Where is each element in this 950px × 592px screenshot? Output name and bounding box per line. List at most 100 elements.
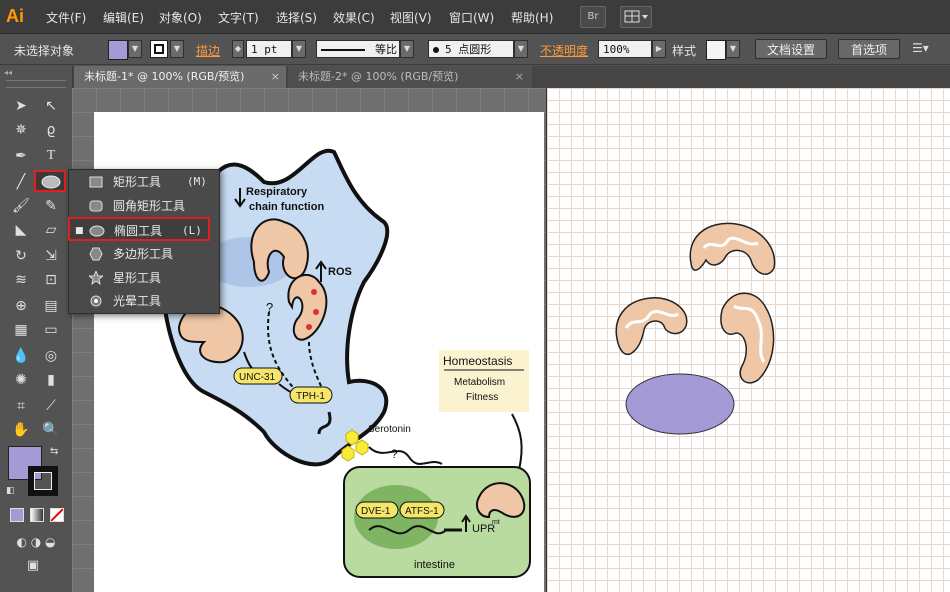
flyout-label: 圆角矩形工具 xyxy=(113,199,186,213)
star-icon xyxy=(89,271,103,285)
lasso-tool-icon[interactable]: ϱ xyxy=(40,120,62,140)
rectangle-icon xyxy=(89,176,103,188)
blob-brush-tool-icon[interactable]: ◣ xyxy=(10,220,32,240)
serotonin-molecule-2 xyxy=(355,439,369,456)
rotate-tool-icon[interactable]: ↻ xyxy=(10,246,32,266)
paintbrush-tool-icon[interactable]: 🖌 xyxy=(10,196,32,216)
menu-select[interactable]: 选择(S) xyxy=(276,9,317,26)
drawing-modes-icon[interactable]: ◐ ◑ ◒ xyxy=(6,532,66,552)
stroke-weight-field[interactable]: 1 pt xyxy=(246,40,292,58)
gradient-mode-icon[interactable] xyxy=(30,508,44,522)
serotonin-molecule-3 xyxy=(341,445,355,462)
selection-status: 未选择对象 xyxy=(14,44,75,58)
eyedropper-tool-icon[interactable]: 💧 xyxy=(10,346,32,366)
ros-label: ROS xyxy=(328,266,352,278)
rounded-rectangle-icon xyxy=(89,200,103,212)
symbol-sprayer-tool-icon[interactable]: ✺ xyxy=(10,370,32,390)
selection-tool-icon[interactable]: ➤ xyxy=(10,96,32,116)
mitochondrion-shape-top[interactable] xyxy=(689,222,776,275)
arrange-documents-button[interactable] xyxy=(620,6,652,28)
document-setup-button[interactable]: 文档设置 xyxy=(755,39,827,59)
stroke-label[interactable]: 描边 xyxy=(196,42,220,59)
menu-effect[interactable]: 效果(C) xyxy=(333,9,375,26)
close-icon[interactable]: × xyxy=(271,66,280,88)
menu-file[interactable]: 文件(F) xyxy=(46,9,86,26)
mesh-tool-icon[interactable]: ▦ xyxy=(10,320,32,340)
stroke-color-swatch[interactable] xyxy=(28,466,58,496)
profile-dropdown[interactable]: ▼ xyxy=(400,40,414,58)
width-tool-icon[interactable]: ≋ xyxy=(10,270,32,290)
flyout-item-ellipse[interactable]: ■ 椭圆工具 (L) xyxy=(68,217,210,241)
zoom-tool-icon[interactable]: 🔍 xyxy=(40,420,62,440)
direct-selection-tool-icon[interactable]: ↖ xyxy=(40,96,62,116)
free-transform-tool-icon[interactable]: ⊡ xyxy=(40,270,62,290)
flyout-item-rectangle[interactable]: 矩形工具 (M) xyxy=(69,170,219,194)
graph-tool-icon[interactable]: ▮ xyxy=(40,370,62,390)
close-icon[interactable]: × xyxy=(515,66,524,88)
menu-edit[interactable]: 编辑(E) xyxy=(103,9,144,26)
ellipse-icon xyxy=(89,225,105,237)
mitochondrion-shape-left[interactable] xyxy=(615,297,688,356)
gradient-tool-icon[interactable]: ▭ xyxy=(40,320,62,340)
graphic-style-swatch[interactable] xyxy=(706,40,726,60)
stroke-swatch[interactable] xyxy=(150,40,168,58)
slice-tool-icon[interactable]: ⟋ xyxy=(40,396,62,416)
shape-builder-tool-icon[interactable]: ⊕ xyxy=(10,296,32,316)
pencil-tool-icon[interactable]: ✎ xyxy=(40,196,62,216)
stroke-dropdown[interactable]: ▼ xyxy=(170,40,184,58)
question-mark-1: ? xyxy=(266,300,273,315)
none-mode-icon[interactable] xyxy=(50,508,64,522)
flyout-label: 光晕工具 xyxy=(113,294,162,308)
variable-width-profile[interactable]: 等比 xyxy=(316,40,400,58)
swap-colors-icon[interactable]: ⇆ xyxy=(50,446,58,457)
ellipse-shape[interactable] xyxy=(625,373,735,435)
tab-document-1[interactable]: 未标题-1* @ 100% (RGB/预览) × xyxy=(74,66,286,88)
magic-wand-tool-icon[interactable]: ✵ xyxy=(10,120,32,140)
flyout-shortcut: (L) xyxy=(182,224,202,237)
artboard-tool-icon[interactable]: ⌗ xyxy=(10,396,32,416)
scale-tool-icon[interactable]: ⇲ xyxy=(40,246,62,266)
fill-dropdown[interactable]: ▼ xyxy=(128,40,142,58)
ellipse-tool-button[interactable] xyxy=(34,170,66,192)
line-tool-icon[interactable]: ╱ xyxy=(10,172,32,192)
opacity-label[interactable]: 不透明度 xyxy=(540,42,588,59)
opacity-dropdown[interactable]: ▶ xyxy=(652,40,666,58)
preferences-button[interactable]: 首选项 xyxy=(838,39,900,59)
flyout-item-flare[interactable]: 光晕工具 xyxy=(69,289,219,313)
perspective-grid-tool-icon[interactable]: ▤ xyxy=(40,296,62,316)
default-colors-icon[interactable]: ◧ xyxy=(6,486,15,496)
eraser-tool-icon[interactable]: ▱ xyxy=(40,220,62,240)
color-mode-icon[interactable] xyxy=(10,508,24,522)
dve1-label: DVE-1 xyxy=(361,506,391,517)
menu-window[interactable]: 窗口(W) xyxy=(449,9,494,26)
brush-definition[interactable]: 5 点圆形 xyxy=(428,40,514,58)
collapse-icon[interactable]: ◂◂ xyxy=(4,68,12,77)
panel-menu-icon[interactable]: ☰▾ xyxy=(912,41,942,57)
brush-dropdown[interactable]: ▼ xyxy=(514,40,528,58)
stroke-weight-dropdown[interactable]: ▼ xyxy=(292,40,306,58)
flyout-item-star[interactable]: 星形工具 xyxy=(69,266,219,290)
type-tool-icon[interactable]: T xyxy=(40,146,62,166)
tab-document-2[interactable]: 未标题-2* @ 100% (RGB/预览) × xyxy=(288,66,532,88)
blend-tool-icon[interactable]: ◎ xyxy=(40,346,62,366)
style-label: 样式 xyxy=(672,44,697,58)
screen-mode-icon[interactable]: ▣ xyxy=(22,556,44,576)
app-logo: Ai xyxy=(6,6,24,26)
flyout-item-rounded-rectangle[interactable]: 圆角矩形工具 xyxy=(69,194,219,218)
menu-help[interactable]: 帮助(H) xyxy=(511,9,553,26)
menu-view[interactable]: 视图(V) xyxy=(390,9,432,26)
bridge-button[interactable]: Br xyxy=(580,6,606,28)
hand-tool-icon[interactable]: ✋ xyxy=(10,420,32,440)
opacity-field[interactable]: 100% xyxy=(598,40,652,58)
style-dropdown[interactable]: ▼ xyxy=(726,40,740,58)
pen-tool-icon[interactable]: ✒ xyxy=(10,146,32,166)
shape-tools-flyout: 矩形工具 (M) 圆角矩形工具 ■ 椭圆工具 (L) 多边形工具 星形工具 光晕… xyxy=(68,169,220,314)
stroke-stepper[interactable]: ◆ xyxy=(232,40,244,58)
menu-object[interactable]: 对象(O) xyxy=(159,9,202,26)
flyout-item-polygon[interactable]: 多边形工具 xyxy=(69,242,219,266)
flyout-shortcut: (M) xyxy=(187,175,207,188)
panel-grip[interactable] xyxy=(6,80,66,88)
mitochondrion-shape-right[interactable] xyxy=(720,292,775,384)
menu-type[interactable]: 文字(T) xyxy=(218,9,259,26)
fill-swatch[interactable] xyxy=(108,40,128,60)
